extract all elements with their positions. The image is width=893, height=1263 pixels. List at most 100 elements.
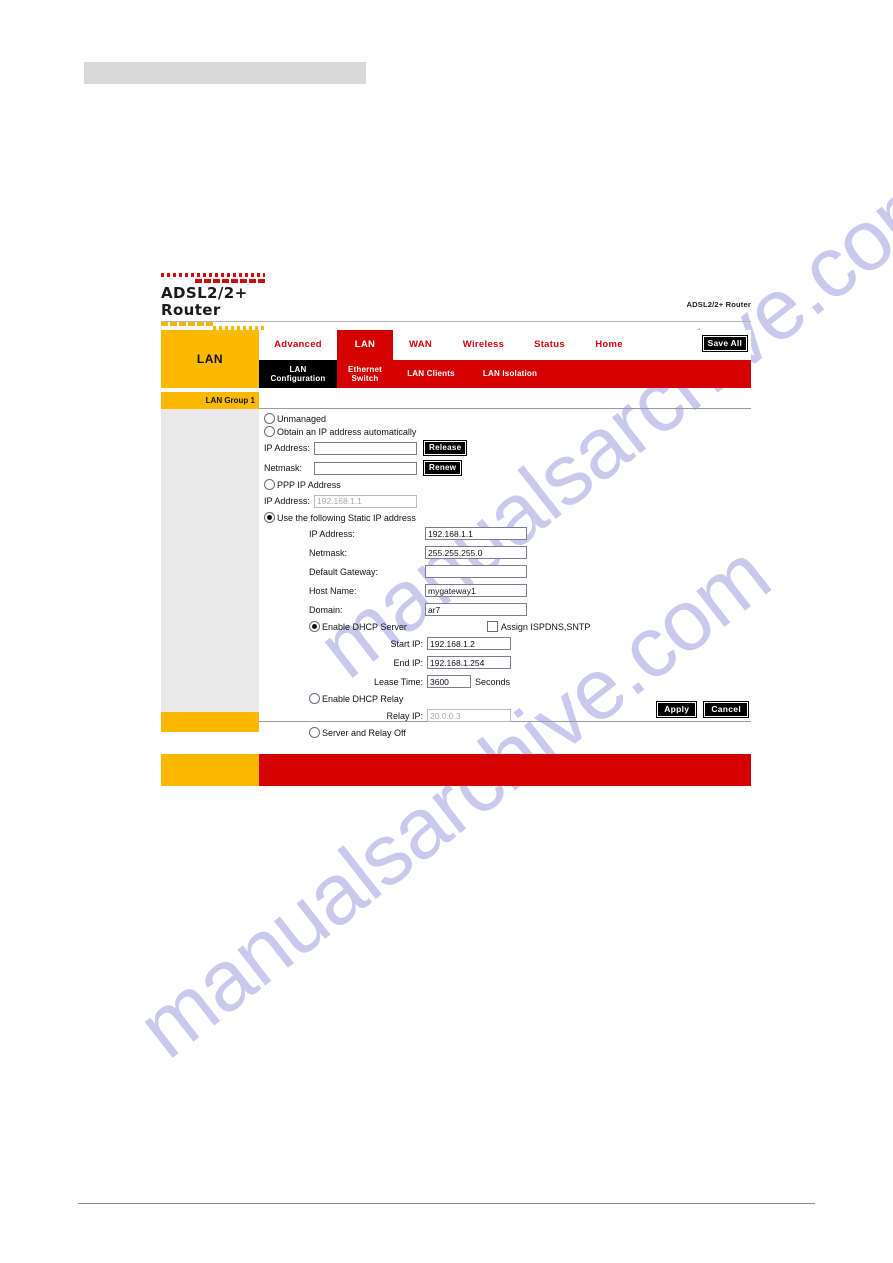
dhcp-netmask-label: Netmask:: [264, 463, 303, 473]
header-product-label: ADSL2/2+ Router: [686, 300, 751, 309]
form-action-buttons: Apply Cancel: [656, 701, 749, 718]
option-static-ip[interactable]: Use the following Static IP address: [264, 511, 751, 524]
option-unmanaged[interactable]: Unmanaged: [264, 412, 751, 425]
lan-group-tab[interactable]: LAN Group 1: [161, 392, 259, 409]
apply-button[interactable]: Apply: [656, 701, 698, 718]
nav-secondary-tabs: LAN Configuration Ethernet Switch LAN Cl…: [259, 360, 751, 388]
dhcp-netmask-row: Netmask: Renew: [264, 458, 751, 478]
radio-static-ip-icon[interactable]: [264, 512, 275, 523]
logo-dash-row-fine-icon: [161, 273, 265, 277]
static-domain-input[interactable]: [425, 603, 527, 616]
nav-section-badge-label: LAN: [196, 352, 224, 366]
static-hostname-row: Host Name:: [264, 581, 751, 600]
radio-enable-dhcp-relay-icon[interactable]: [309, 693, 320, 704]
tab-advanced[interactable]: Advanced: [259, 330, 337, 360]
assign-ispdns-sntp-label: Assign ISPDNS,SNTP: [500, 621, 591, 632]
option-server-and-relay-off[interactable]: Server and Relay Off: [264, 725, 751, 740]
lease-time-row: Lease Time: Seconds: [264, 672, 751, 691]
static-gateway-input[interactable]: [425, 565, 527, 578]
subtab-lan-configuration-line1: LAN: [289, 364, 307, 374]
dhcp-ip-input[interactable]: [314, 441, 417, 455]
relay-ip-input: [427, 709, 511, 722]
logo-dash-row-bold-icon: [195, 279, 265, 283]
option-static-ip-label: Use the following Static IP address: [277, 512, 416, 523]
subtab-ethernet-switch-line1: Ethernet: [347, 364, 383, 374]
page-header-grey-bar: [84, 62, 366, 84]
panel-top-divider: [259, 408, 751, 409]
option-obtain-automatically-label: Obtain an IP address automatically: [277, 426, 417, 437]
radio-obtain-automatically-icon[interactable]: [264, 426, 275, 437]
navigation: LAN Advanced LAN WAN Wireless Status Hom…: [161, 330, 751, 392]
dhcp-ip-row: IP Address: Release: [264, 438, 751, 458]
tab-wan[interactable]: WAN: [393, 330, 448, 360]
subtab-lan-configuration[interactable]: LAN Configuration: [259, 360, 337, 388]
static-domain-row: Domain:: [264, 600, 751, 619]
lan-configuration-form: Unmanaged Obtain an IP address automatic…: [264, 412, 751, 740]
static-hostname-input[interactable]: [425, 584, 527, 597]
static-netmask-input[interactable]: [425, 546, 527, 559]
nav-primary-tabs: Advanced LAN WAN Wireless Status Home Sa…: [259, 330, 751, 360]
sidebar-panel: [161, 409, 259, 722]
static-ip-label: IP Address:: [309, 528, 355, 539]
ppp-ip-label: IP Address:: [264, 496, 310, 506]
cancel-button[interactable]: Cancel: [703, 701, 749, 718]
dhcp-netmask-input[interactable]: [314, 461, 417, 475]
tab-lan[interactable]: LAN: [337, 330, 393, 360]
nav-section-badge: LAN: [161, 330, 259, 388]
static-hostname-label: Host Name:: [309, 585, 357, 596]
subtab-ethernet-switch-line2: Switch: [351, 374, 379, 383]
relay-ip-label: Relay IP:: [386, 710, 423, 721]
end-ip-input[interactable]: [427, 656, 511, 669]
router-admin-ui: ADSL2/2+ Router ADSL2/2+ Router LAN Adva…: [161, 270, 751, 786]
content-panel: LAN Group 1 Unmanaged Obtain an IP addre…: [161, 392, 751, 754]
assign-ispdns-sntp-option[interactable]: Assign ISPDNS,SNTP: [486, 621, 591, 632]
footer-bar-main: [259, 754, 751, 786]
radio-unmanaged-icon[interactable]: [264, 413, 275, 424]
ppp-ip-row: IP Address:: [264, 491, 751, 511]
end-ip-row: End IP:: [264, 653, 751, 672]
radio-enable-dhcp-server-icon[interactable]: [309, 621, 320, 632]
radio-server-and-relay-off-icon[interactable]: [309, 727, 320, 738]
tab-status[interactable]: Status: [519, 330, 580, 360]
footer-bar-accent: [161, 754, 259, 786]
page-footer-rule: [78, 1203, 815, 1204]
tab-home[interactable]: Home: [580, 330, 638, 360]
start-ip-input[interactable]: [427, 637, 511, 650]
logo-text: ADSL2/2+ Router: [161, 284, 248, 319]
release-button[interactable]: Release: [423, 440, 468, 456]
ui-header: ADSL2/2+ Router ADSL2/2+ Router: [161, 270, 751, 330]
option-ppp-ip-address[interactable]: PPP IP Address: [264, 478, 751, 491]
checkbox-assign-ispdns-sntp-icon[interactable]: [486, 621, 498, 632]
ui-footer-bar: [161, 754, 751, 786]
logo-dash-row-yellow-bold-icon: [161, 322, 213, 326]
start-ip-row: Start IP:: [264, 634, 751, 653]
subtab-lan-isolation[interactable]: LAN Isolation: [470, 360, 550, 388]
option-enable-dhcp-server[interactable]: Enable DHCP Server Assign ISPDNS,SNTP: [264, 619, 751, 634]
option-obtain-automatically[interactable]: Obtain an IP address automatically: [264, 425, 751, 438]
static-netmask-label: Netmask:: [309, 547, 348, 558]
static-ip-row: IP Address:: [264, 524, 751, 543]
subtab-lan-clients[interactable]: LAN Clients: [396, 360, 466, 388]
start-ip-label: Start IP:: [390, 638, 423, 649]
static-ip-input[interactable]: [425, 527, 527, 540]
dhcp-ip-label: IP Address:: [264, 443, 310, 453]
lease-time-input[interactable]: [427, 675, 471, 688]
save-all-button[interactable]: Save All: [701, 335, 748, 352]
static-netmask-row: Netmask:: [264, 543, 751, 562]
end-ip-label: End IP:: [393, 657, 423, 668]
tab-wireless[interactable]: Wireless: [448, 330, 519, 360]
option-unmanaged-label: Unmanaged: [277, 413, 327, 424]
renew-button[interactable]: Renew: [423, 460, 463, 476]
sidebar-bottom-accent: [161, 712, 259, 732]
static-gateway-row: Default Gateway:: [264, 562, 751, 581]
option-ppp-ip-address-label: PPP IP Address: [277, 479, 341, 490]
option-enable-dhcp-server-label: Enable DHCP Server: [322, 621, 407, 632]
option-server-and-relay-off-label: Server and Relay Off: [322, 727, 406, 738]
subtab-lan-configuration-line2: Configuration: [270, 374, 326, 383]
option-enable-dhcp-relay-label: Enable DHCP Relay: [322, 693, 404, 704]
radio-ppp-ip-address-icon[interactable]: [264, 479, 275, 490]
header-divider: [161, 321, 751, 322]
lease-time-label: Lease Time:: [373, 676, 423, 687]
subtab-ethernet-switch[interactable]: Ethernet Switch: [337, 360, 393, 388]
static-domain-label: Domain:: [309, 604, 343, 615]
